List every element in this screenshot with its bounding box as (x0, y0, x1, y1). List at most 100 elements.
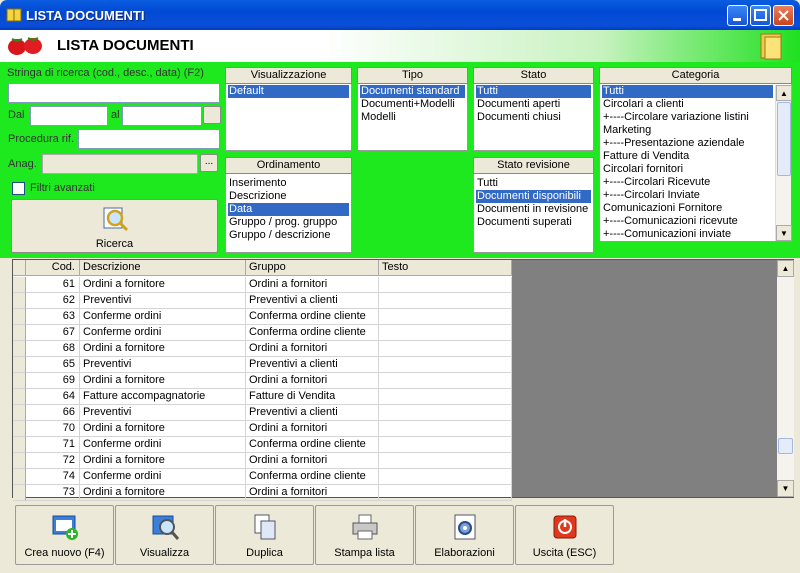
list-item[interactable]: +----Circolare variazione listini (602, 111, 789, 124)
scroll-down-button[interactable]: ▼ (777, 480, 794, 497)
search-input[interactable] (8, 83, 220, 103)
table-row[interactable]: 64 Fatture accompagnatorie Fatture di Vend… (13, 389, 512, 405)
stampa-lista-button[interactable]: Stampa lista (315, 505, 414, 565)
procedura-field[interactable] (78, 129, 220, 149)
list-item[interactable]: +----Comunicazioni ricevute (602, 215, 789, 228)
list-item[interactable]: Fatture di Vendita (602, 150, 789, 163)
scroll-down-button[interactable]: ▼ (776, 225, 792, 241)
list-item[interactable]: Circolari fornitori (602, 163, 789, 176)
search-label: Stringa di ricerca (cod., desc., data) (… (7, 67, 204, 79)
list-item[interactable]: Documenti+Modelli (360, 98, 465, 111)
column-header-descrizione[interactable]: Descrizione (80, 260, 246, 276)
column-header-gruppo[interactable]: Gruppo (246, 260, 379, 276)
list-item[interactable]: +----Circolari Ricevute (602, 176, 789, 189)
list-item[interactable]: Documenti in revisione (476, 203, 591, 216)
table-row[interactable]: 69 Ordini a fornitore Ordini a fornitori (13, 373, 512, 389)
list-item[interactable]: Comunicazioni Fornitore (602, 202, 789, 215)
list-item[interactable]: Descrizione (228, 190, 349, 203)
duplica-button[interactable]: Duplica (215, 505, 314, 565)
crea-nuovo-button[interactable]: Crea nuovo (F4) (15, 505, 114, 565)
list-item[interactable]: Documenti disponibili (476, 190, 591, 203)
list-item[interactable]: +----Comunicazioni inviate (602, 228, 789, 241)
row-indicator[interactable] (13, 309, 26, 325)
column-header-testo[interactable]: Testo (379, 260, 512, 276)
list-item[interactable]: Default (228, 85, 349, 98)
scroll-thumb[interactable] (777, 102, 791, 176)
cell-cod: 65 (26, 357, 80, 373)
maximize-button[interactable] (750, 5, 771, 26)
list-item[interactable]: Circolari a clienti (602, 98, 789, 111)
table-row[interactable]: 67 Conferme ordini Conferma ordine cliente (13, 325, 512, 341)
minimize-button[interactable] (727, 5, 748, 26)
cell-cod: 68 (26, 341, 80, 357)
list-item[interactable]: Tutti (476, 177, 591, 190)
list-item[interactable]: +----Circolari Inviate (602, 189, 789, 202)
table-row[interactable]: 72 Ordini a fornitore Ordini a fornitori (13, 453, 512, 469)
table-row[interactable]: 73 Ordini a fornitore Ordini a fornitori (13, 485, 512, 501)
row-indicator[interactable] (13, 421, 26, 437)
elaborazioni-button[interactable]: Elaborazioni (415, 505, 514, 565)
list-item[interactable]: Tutti (602, 85, 773, 98)
list-item[interactable]: Data (228, 203, 349, 216)
table-row[interactable]: 62 Preventivi Preventivi a clienti (13, 293, 512, 309)
ordinamento-list[interactable]: Ordinamento Inserimento Descrizione Data… (225, 157, 352, 253)
list-item[interactable]: Tutti (476, 85, 591, 98)
table-row[interactable]: 63 Conferme ordini Conferma ordine cliente (13, 309, 512, 325)
table-row[interactable]: 66 Preventivi Preventivi a clienti (13, 405, 512, 421)
documents-table: Cod. Descrizione Gruppo Testo 61 Ordini a… (13, 260, 512, 501)
table-row[interactable]: 68 Ordini a fornitore Ordini a fornitori (13, 341, 512, 357)
date-to-field[interactable] (122, 106, 202, 126)
magnifier-icon (103, 207, 129, 232)
row-indicator[interactable] (13, 485, 26, 501)
list-item[interactable]: Documenti superati (476, 216, 591, 229)
list-item[interactable]: Documenti aperti (476, 98, 591, 111)
table-row[interactable]: 65 Preventivi Preventivi a clienti (13, 357, 512, 373)
ricerca-button[interactable]: Ricerca (11, 199, 218, 253)
scroll-up-button[interactable]: ▲ (777, 260, 794, 277)
filtri-avanzati-checkbox[interactable] (12, 182, 25, 195)
table-row[interactable]: 74 Conferme ordini Conferma ordine cliente (13, 469, 512, 485)
stato-revisione-list[interactable]: Stato revisione Tutti Documenti disponib… (473, 157, 594, 253)
categoria-scrollbar[interactable]: ▲ ▼ (775, 85, 792, 241)
row-indicator[interactable] (13, 389, 26, 405)
row-indicator[interactable] (13, 357, 26, 373)
table-row[interactable]: 61 Ordini a fornitore Ordini a fornitori (13, 277, 512, 293)
row-indicator[interactable] (13, 293, 26, 309)
row-indicator[interactable] (13, 325, 26, 341)
scroll-up-button[interactable]: ▲ (776, 85, 792, 101)
list-item[interactable]: Modelli (360, 111, 465, 124)
list-item[interactable]: +----Presentazione aziendale (602, 137, 789, 150)
grid-scrollbar[interactable]: ▲ ▼ (777, 260, 794, 497)
list-item[interactable]: Documenti standard (360, 85, 465, 98)
categoria-list[interactable]: Categoria Tutti Circolari a clienti +---… (599, 67, 792, 242)
visualizza-button[interactable]: Visualizza (115, 505, 214, 565)
date-picker-button[interactable] (203, 106, 221, 124)
list-item[interactable]: Gruppo / prog. gruppo (228, 216, 349, 229)
anag-browse-button[interactable]: ... (200, 154, 218, 172)
row-indicator[interactable] (13, 373, 26, 389)
scroll-thumb[interactable] (778, 438, 793, 454)
column-header-cod[interactable]: Cod. (26, 260, 80, 276)
visualizzazione-header: Visualizzazione (225, 67, 352, 84)
table-row[interactable]: 71 Conferme ordini Conferma ordine cliente (13, 437, 512, 453)
documents-grid[interactable]: Cod. Descrizione Gruppo Testo 61 Ordini a… (12, 259, 794, 501)
list-item[interactable]: Inserimento (228, 177, 349, 190)
list-item[interactable]: Documenti chiusi (476, 111, 591, 124)
list-item[interactable]: Marketing (602, 124, 789, 137)
row-indicator[interactable] (13, 341, 26, 357)
cell-descrizione: Ordini a fornitore (80, 485, 246, 501)
stato-list[interactable]: Stato Tutti Documenti aperti Documenti c… (473, 67, 594, 151)
visualizzazione-list[interactable]: Visualizzazione Default (225, 67, 352, 151)
close-button[interactable] (773, 5, 794, 26)
date-from-field[interactable] (30, 106, 108, 126)
list-item[interactable]: Gruppo / descrizione (228, 229, 349, 242)
row-indicator[interactable] (13, 437, 26, 453)
row-indicator[interactable] (13, 469, 26, 485)
row-indicator[interactable] (13, 405, 26, 421)
uscita-button[interactable]: Uscita (ESC) (515, 505, 614, 565)
anag-field[interactable] (42, 154, 198, 174)
tipo-list[interactable]: Tipo Documenti standard Documenti+Modell… (357, 67, 468, 151)
row-indicator[interactable] (13, 453, 26, 469)
table-row[interactable]: 70 Ordini a fornitore Ordini a fornitori (13, 421, 512, 437)
row-indicator[interactable] (13, 277, 26, 293)
